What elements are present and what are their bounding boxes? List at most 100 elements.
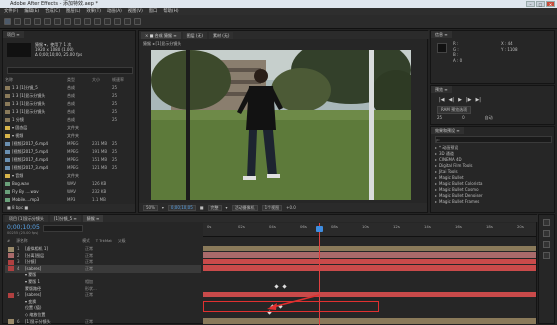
resolution-dropdown[interactable]: 完整 [207,204,222,211]
zoom-tool-icon[interactable] [24,18,31,25]
list-item[interactable]: [视频]2017_4.mp4 MPEG 151 MB 25 [5,156,135,164]
column-name[interactable]: 名称 [5,76,67,83]
layer-duration-bar[interactable] [203,265,536,271]
time-ruler[interactable]: 0s 02s 04s 06s 08s 10s 12s 14s 16s 18s 20s [203,223,536,237]
ram-preview-options[interactable]: RAM 预览选项 [437,106,472,114]
menu-item[interactable]: 文件(F) [4,8,18,15]
list-item[interactable]: 1 3 [1]显示分镜头 合成 25 [5,108,135,116]
play-icon[interactable]: ▶ [458,97,462,103]
current-time[interactable]: 0;00;10;05 [167,204,196,211]
menu-item[interactable]: 视图(V) [128,8,143,15]
tab-comp-split[interactable]: [1]分镜_5 ≡ [49,215,81,222]
brush-tool-icon[interactable] [94,18,101,25]
column-trkmat[interactable]: T TrkMat [96,238,112,244]
list-item[interactable]: Fly By ....wav WAV 232 KB [5,188,135,196]
expand-triangle-icon[interactable]: ▸ [435,157,437,162]
magnification-dropdown[interactable]: 50% [143,204,158,211]
timecode-display[interactable]: 0;00;10;05 [7,224,40,231]
layer-duration-bar[interactable] [203,291,536,298]
selection-tool-icon[interactable] [4,18,11,25]
menu-item[interactable]: 动画(A) [107,8,122,15]
maximize-button[interactable]: □ [536,1,545,7]
expand-triangle-icon[interactable]: ▸ [435,199,437,204]
list-item[interactable]: ▾ 视频 文件夹 [5,132,135,140]
tab-info[interactable]: 信息 ≡ [431,31,452,38]
first-frame-icon[interactable]: |◀ [439,97,445,103]
menu-item[interactable]: 图层(L) [66,8,80,15]
tab-comp-ape[interactable]: 猿猴 ≡ [82,215,104,222]
pen-tool-icon[interactable] [74,18,81,25]
column-parent[interactable]: 父级 [118,238,126,244]
tab-preview[interactable]: 预览 ≡ [431,86,452,93]
breadcrumb[interactable]: 猿猴 ◂ [1]显示分镜头 [143,40,181,47]
playhead-handle[interactable] [316,226,323,232]
column-fps[interactable]: 帧速率 [112,76,126,83]
next-frame-icon[interactable]: |▶ [466,97,472,103]
menu-item[interactable]: 效果(T) [86,8,101,15]
mask-tool-icon[interactable] [64,18,71,25]
list-item[interactable]: [视频]2017_3.mp4 MPEG 121 MB 25 [5,164,135,172]
tab-layer[interactable]: 图层 (无) [182,31,207,39]
layer-duration-bar[interactable] [203,245,536,251]
tab-project[interactable]: 项目 ≡ [3,31,24,38]
expand-triangle-icon[interactable]: ▸ [435,187,437,192]
menu-item[interactable]: 帮助(H) [163,8,178,15]
view-layout-dropdown[interactable]: 1个视图 [261,204,283,211]
last-frame-icon[interactable]: ▶| [475,97,481,103]
pan-behind-tool-icon[interactable] [54,18,61,25]
expand-triangle-icon[interactable]: ▸ [435,181,437,186]
exposure-value[interactable]: +0.0 [286,205,296,210]
keyframe[interactable] [274,284,279,289]
layer-duration-bar[interactable] [203,318,536,324]
chevron-down-icon[interactable]: ▾ [226,205,228,210]
puppet-tool-icon[interactable] [134,18,141,25]
expand-triangle-icon[interactable]: ▸ [435,175,437,180]
list-item[interactable]: [视频]2017_6.mp4 MPEG 231 MB 25 [5,140,135,148]
tab-render-queue[interactable]: 项目 [1]显示分镜头 [5,215,48,222]
text-tool-icon[interactable] [84,18,91,25]
list-item[interactable]: ▾ 音频 文件夹 [5,172,135,180]
eraser-tool-icon[interactable] [114,18,121,25]
layer-mode[interactable]: 正常 [85,318,105,325]
camera-tool-icon[interactable] [44,18,51,25]
rotate-tool-icon[interactable] [34,18,41,25]
tab-composition[interactable]: × ■ 合成 猿猴 ≡ [141,31,181,39]
list-item[interactable]: [视频]2017_5.mp4 MPEG 191 MB 25 [5,148,135,156]
effects-search-input[interactable] [435,136,552,143]
list-item[interactable]: ▾ 固态层 文件夹 [5,124,135,132]
prev-frame-icon[interactable]: ◀| [449,97,455,103]
preview-resolution[interactable]: 自动 [485,115,493,121]
effect-category[interactable]: ▸ Magic Bullet Frames [435,199,552,205]
list-item[interactable]: 1 分镜 合成 25 [5,116,135,124]
clone-tool-icon[interactable] [104,18,111,25]
column-type[interactable]: 类型 [67,76,92,83]
panel-tool-icon[interactable] [543,241,550,248]
minimize-button[interactable]: – [526,1,535,7]
snapshot-icon[interactable]: ■ [200,205,204,210]
menu-item[interactable]: 合成(C) [45,8,60,15]
list-item[interactable]: 1 3 [1]分镜_5 合成 25 [5,84,135,92]
timeline-search-input[interactable] [43,225,83,232]
column-size[interactable]: 大小 [92,76,112,83]
roto-tool-icon[interactable] [124,18,131,25]
hand-tool-icon[interactable] [14,18,21,25]
project-search-input[interactable] [7,67,133,74]
tab-footage[interactable]: 素材 (无) [208,31,234,39]
keyframe[interactable] [282,284,287,289]
expand-triangle-icon[interactable]: ▸ [435,145,437,150]
camera-dropdown[interactable]: 活动摄像机 [231,204,258,211]
column-mode[interactable]: 模式 [82,238,90,244]
preview-skip[interactable]: 0 [462,115,465,121]
list-item[interactable]: 1 3 [1]显示分镜头 合成 25 [5,92,135,100]
layer-duration-bar[interactable] [203,258,536,265]
list-item[interactable]: Mobile....mp3 MP3 1.1 MB [5,196,135,204]
expand-triangle-icon[interactable]: ▸ [435,193,437,198]
preview-fps[interactable]: 25 [437,115,442,121]
list-item[interactable]: 1 3 [1]显示分镜头 合成 25 [5,100,135,108]
close-button[interactable]: ✕ [546,1,555,7]
chevron-down-icon[interactable]: ▾ [162,205,164,210]
layer-duration-bar[interactable] [203,252,536,258]
menu-item[interactable]: 窗口 [149,8,158,15]
expand-triangle-icon[interactable]: ▸ [435,151,437,156]
menu-item[interactable]: 编辑(E) [24,8,39,15]
